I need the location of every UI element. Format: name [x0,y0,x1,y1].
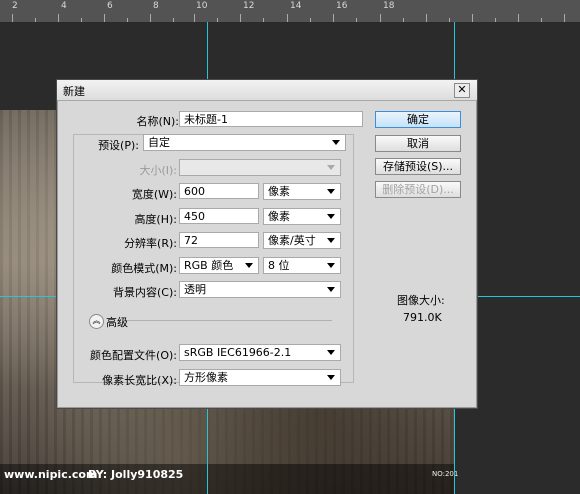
chevron-down-icon [327,165,335,170]
ruler-tick [127,18,128,22]
background-label: 背景内容(C): [113,286,177,299]
horizontal-ruler[interactable]: 2 4 6 8 10 12 14 16 18 [0,0,580,23]
advanced-divider [127,320,332,321]
height-label: 高度(H): [134,213,177,226]
ruler-tick [35,18,36,22]
preset-select[interactable]: 自定 [143,134,346,151]
ruler-tick [194,14,195,22]
height-unit-value: 像素 [268,210,290,223]
ruler-label: 14 [290,1,302,11]
close-icon: ✕ [457,83,467,96]
ruler-label: 10 [196,1,208,11]
background-value: 透明 [184,283,206,296]
width-label: 宽度(W): [131,188,177,201]
chevrons-up-icon: ︽ [92,316,101,325]
ruler-tick [403,18,404,22]
ruler-label: 6 [107,1,113,11]
cancel-button[interactable]: 取消 [375,135,461,152]
color-profile-value: sRGB IEC61966-2.1 [184,346,292,359]
chevron-down-icon [327,189,335,194]
ruler-label: 18 [383,1,395,11]
width-input[interactable]: 600 [179,183,259,199]
pixel-aspect-value: 方形像素 [184,371,228,384]
chevron-down-icon [327,375,335,380]
ruler-tick [541,18,542,22]
color-mode-value: RGB 颜色 [184,259,234,272]
ruler-tick [263,18,264,22]
save-preset-button[interactable]: 存储预设(S)... [375,158,461,175]
ruler-label: 12 [243,1,255,11]
chevron-down-icon [327,238,335,243]
dialog-titlebar[interactable]: 新建 ✕ [57,80,477,101]
ruler-label: 2 [12,1,18,11]
delete-preset-button: 删除预设(D)... [375,181,461,198]
advanced-label: 高级 [106,316,128,329]
preset-label: 预设(P): [96,137,141,153]
image-size-value: 791.0K [403,311,442,324]
resolution-unit-value: 像素/英寸 [268,234,316,247]
ruler-tick [287,14,288,22]
image-size-label: 图像大小: [397,294,445,307]
size-label: 大小(I): [139,164,177,177]
color-profile-label: 颜色配置文件(O): [90,349,177,362]
ruler-tick [173,18,174,22]
resolution-label: 分辨率(R): [124,237,177,250]
ruler-tick [356,18,357,22]
chevron-down-icon [327,287,335,292]
color-mode-label: 颜色模式(M): [111,262,177,275]
ruler-tick [310,18,311,22]
advanced-toggle-button[interactable]: ︽ [89,314,104,329]
ruler-tick [217,18,218,22]
ruler-tick [150,14,151,22]
ruler-tick [449,18,450,22]
name-label: 名称(N): [136,115,179,128]
resolution-input[interactable]: 72 [179,232,259,248]
chevron-down-icon [245,263,253,268]
ruler-tick [518,14,519,22]
ruler-tick [564,14,565,22]
name-input[interactable]: 未标题-1 [179,111,363,127]
resolution-unit-select[interactable]: 像素/英寸 [263,232,341,249]
color-profile-select[interactable]: sRGB IEC61966-2.1 [179,344,341,361]
ruler-label: 8 [153,1,159,11]
ruler-tick [426,14,427,22]
close-button[interactable]: ✕ [454,83,470,98]
width-unit-value: 像素 [268,185,290,198]
color-mode-select[interactable]: RGB 颜色 [179,257,259,274]
ruler-tick [104,14,105,22]
ruler-tick [12,14,13,22]
ruler-tick [58,14,59,22]
background-select[interactable]: 透明 [179,281,341,298]
bit-depth-select[interactable]: 8 位 [263,257,341,274]
width-unit-select[interactable]: 像素 [263,183,341,200]
ruler-label: 4 [61,1,67,11]
chevron-down-icon [332,140,340,145]
chevron-down-icon [327,350,335,355]
chevron-down-icon [327,263,335,268]
pixel-aspect-label: 像素长宽比(X): [102,374,177,387]
new-document-dialog: 新建 ✕ 名称(N): 未标题-1 预设(P): 自定 大小(I): 宽度(W)… [56,79,478,409]
preset-select-value: 自定 [148,136,170,149]
ruler-tick [240,14,241,22]
size-select [179,159,341,176]
ruler-tick [495,18,496,22]
height-input[interactable]: 450 [179,208,259,224]
watermark-site: www.nipic.com [4,468,98,481]
dialog-title: 新建 [63,85,85,98]
bit-depth-value: 8 位 [268,259,290,272]
pixel-aspect-select[interactable]: 方形像素 [179,369,341,386]
ok-button[interactable]: 确定 [375,111,461,128]
ruler-tick [380,14,381,22]
ruler-tick [333,14,334,22]
watermark-author: BY: Jolly910825 [88,468,184,481]
ruler-label: 16 [336,1,348,11]
ruler-tick [81,18,82,22]
height-unit-select[interactable]: 像素 [263,208,341,225]
chevron-down-icon [327,214,335,219]
ruler-tick [472,14,473,22]
